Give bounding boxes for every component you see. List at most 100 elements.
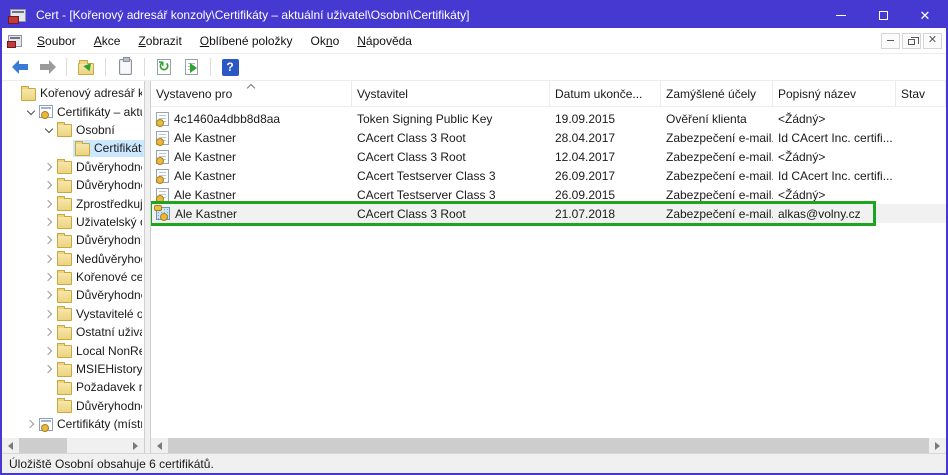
table-row[interactable]: Ale KastnerCAcert Class 3 Root28.04.2017… bbox=[151, 128, 946, 147]
table-row[interactable]: Ale KastnerCAcert Testserver Class 326.0… bbox=[151, 185, 946, 204]
menu-item[interactable]: Okno bbox=[302, 30, 349, 52]
tree-item-label: Kořenový adresář kon bbox=[40, 86, 142, 100]
table-row[interactable]: 4c1460a4dbb8d8aaToken Signing Public Key… bbox=[151, 109, 946, 128]
tree-item[interactable]: Certifikáty (místní bbox=[2, 415, 144, 433]
scroll-left-button[interactable] bbox=[2, 438, 17, 453]
menu-item[interactable]: Akce bbox=[85, 30, 130, 52]
tree-item[interactable]: Uživatelský ob bbox=[2, 213, 144, 231]
chevron-right-icon[interactable] bbox=[42, 252, 55, 265]
scroll-right-button[interactable] bbox=[129, 438, 144, 453]
table-row[interactable]: Ale KastnerCAcert Testserver Class 326.0… bbox=[151, 166, 946, 185]
folder-icon bbox=[21, 88, 36, 101]
chevron-down-icon[interactable] bbox=[42, 123, 55, 136]
table-cell: Ale Kastner bbox=[151, 166, 352, 185]
table-row[interactable]: Ale KastnerCAcert Class 3 Root21.07.2018… bbox=[151, 204, 946, 223]
child-restore-button[interactable] bbox=[902, 33, 921, 49]
tree-item[interactable]: Ostatní uživate bbox=[2, 323, 144, 341]
certstore-icon bbox=[39, 105, 53, 118]
folder-icon bbox=[57, 216, 72, 229]
tree-item[interactable]: Vystavitelé ově bbox=[2, 305, 144, 323]
tree-item[interactable]: Kořenové certi bbox=[2, 268, 144, 286]
tree-item[interactable]: Důvěryhodné k bbox=[2, 158, 144, 176]
chevron-right-icon[interactable] bbox=[42, 215, 55, 228]
tree-item[interactable]: Důvěryhodné k bbox=[2, 397, 144, 415]
chevron-right-icon[interactable] bbox=[42, 363, 55, 376]
menu-item[interactable]: Oblíbené položky bbox=[191, 30, 302, 52]
column-header[interactable]: Datum ukonče... bbox=[550, 81, 661, 106]
chevron-right-icon[interactable] bbox=[42, 307, 55, 320]
tree-item[interactable]: Kořenový adresář kon bbox=[2, 84, 144, 102]
scrollbar-thumb[interactable] bbox=[19, 438, 67, 453]
tree-item[interactable]: Zprostředkujíc bbox=[2, 194, 144, 212]
refresh-button[interactable] bbox=[152, 56, 176, 79]
folder-icon bbox=[57, 161, 72, 174]
back-button[interactable] bbox=[8, 56, 32, 79]
tree-item[interactable]: Certifikáty bbox=[2, 139, 144, 157]
cell-text: Ale Kastner bbox=[174, 131, 236, 145]
export-list-button[interactable] bbox=[179, 56, 203, 79]
tree-horizontal-scrollbar[interactable] bbox=[2, 438, 144, 453]
column-header[interactable]: Zamýšlené účely bbox=[661, 81, 773, 106]
tree-item[interactable]: Požadavek na z bbox=[2, 378, 144, 396]
chevron-right-icon[interactable] bbox=[42, 289, 55, 302]
console-document-icon[interactable] bbox=[8, 35, 22, 47]
scrollbar-thumb[interactable] bbox=[168, 438, 929, 453]
tree-item[interactable]: Nedůvěryhodn bbox=[2, 250, 144, 268]
tree-item-content: Důvěryhodné o bbox=[55, 287, 144, 304]
column-header[interactable]: Vystavitel bbox=[352, 81, 550, 106]
tree-item[interactable]: Důvěryhodnos bbox=[2, 176, 144, 194]
folder-icon bbox=[57, 198, 72, 211]
table-cell bbox=[896, 166, 946, 185]
maximize-button[interactable] bbox=[862, 2, 904, 28]
minimize-icon bbox=[887, 40, 894, 41]
tree-item[interactable]: Osobní bbox=[2, 121, 144, 139]
minimize-button[interactable] bbox=[820, 2, 862, 28]
child-close-button[interactable]: ✕ bbox=[923, 33, 942, 49]
table-row[interactable]: Ale KastnerCAcert Class 3 Root12.04.2017… bbox=[151, 147, 946, 166]
tree-item-label: Osobní bbox=[76, 123, 115, 137]
chevron-right-icon[interactable] bbox=[42, 326, 55, 339]
chevron-right-icon[interactable] bbox=[42, 344, 55, 357]
tree-item[interactable]: Důvěryhodní v bbox=[2, 231, 144, 249]
forward-button[interactable] bbox=[35, 56, 59, 79]
list-horizontal-scrollbar[interactable] bbox=[151, 438, 946, 453]
chevron-right-icon[interactable] bbox=[42, 160, 55, 173]
table-cell: CAcert Testserver Class 3 bbox=[352, 185, 550, 204]
chevron-down-icon[interactable] bbox=[24, 105, 37, 118]
tree-item[interactable]: Certifikáty – aktuá bbox=[2, 102, 144, 120]
column-header[interactable]: Popisný název bbox=[773, 81, 896, 106]
chevron-right-icon[interactable] bbox=[24, 418, 37, 431]
certificate-icon bbox=[156, 188, 169, 202]
tree-item-label: Důvěryhodné k bbox=[76, 160, 142, 174]
properties-button[interactable] bbox=[113, 56, 137, 79]
tree-item[interactable]: Local NonRem bbox=[2, 341, 144, 359]
chevron-spacer bbox=[42, 381, 55, 394]
scroll-left-button[interactable] bbox=[151, 438, 166, 453]
chevron-right-icon[interactable] bbox=[42, 271, 55, 284]
chevron-right-icon[interactable] bbox=[42, 234, 55, 247]
up-one-level-button[interactable] bbox=[74, 56, 98, 79]
menu-item[interactable]: Zobrazit bbox=[129, 30, 190, 52]
menu-item[interactable]: Soubor bbox=[28, 30, 85, 52]
folder-icon bbox=[75, 143, 90, 156]
folder-icon bbox=[57, 308, 72, 321]
menu-items: SouborAkceZobrazitOblíbené položkyOknoNá… bbox=[28, 30, 421, 52]
tree-item[interactable]: MSIEHistoryJo bbox=[2, 360, 144, 378]
console-tree-panel: Kořenový adresář kon Certifikáty – aktuá O… bbox=[2, 81, 145, 453]
close-button[interactable]: ✕ bbox=[904, 2, 946, 28]
close-icon: ✕ bbox=[920, 9, 931, 22]
child-minimize-button[interactable] bbox=[881, 33, 900, 49]
cell-text: 28.04.2017 bbox=[555, 131, 615, 145]
tree-item[interactable]: Důvěryhodné o bbox=[2, 286, 144, 304]
chevron-right-icon[interactable] bbox=[42, 179, 55, 192]
menu-item[interactable]: Nápověda bbox=[348, 30, 421, 52]
chevron-right-icon[interactable] bbox=[42, 197, 55, 210]
table-cell: Id CAcert Inc. certifi... bbox=[773, 128, 896, 147]
minimize-icon bbox=[836, 15, 846, 16]
scroll-right-button[interactable] bbox=[931, 438, 946, 453]
help-button[interactable] bbox=[218, 56, 242, 79]
column-header[interactable]: Vystaveno pro bbox=[151, 81, 352, 106]
tree-item-content: Kořenový adresář kon bbox=[19, 85, 144, 102]
window-title: Cert - [Kořenový adresář konzoly\Certifi… bbox=[36, 8, 470, 22]
column-header[interactable]: Stav bbox=[896, 81, 946, 106]
